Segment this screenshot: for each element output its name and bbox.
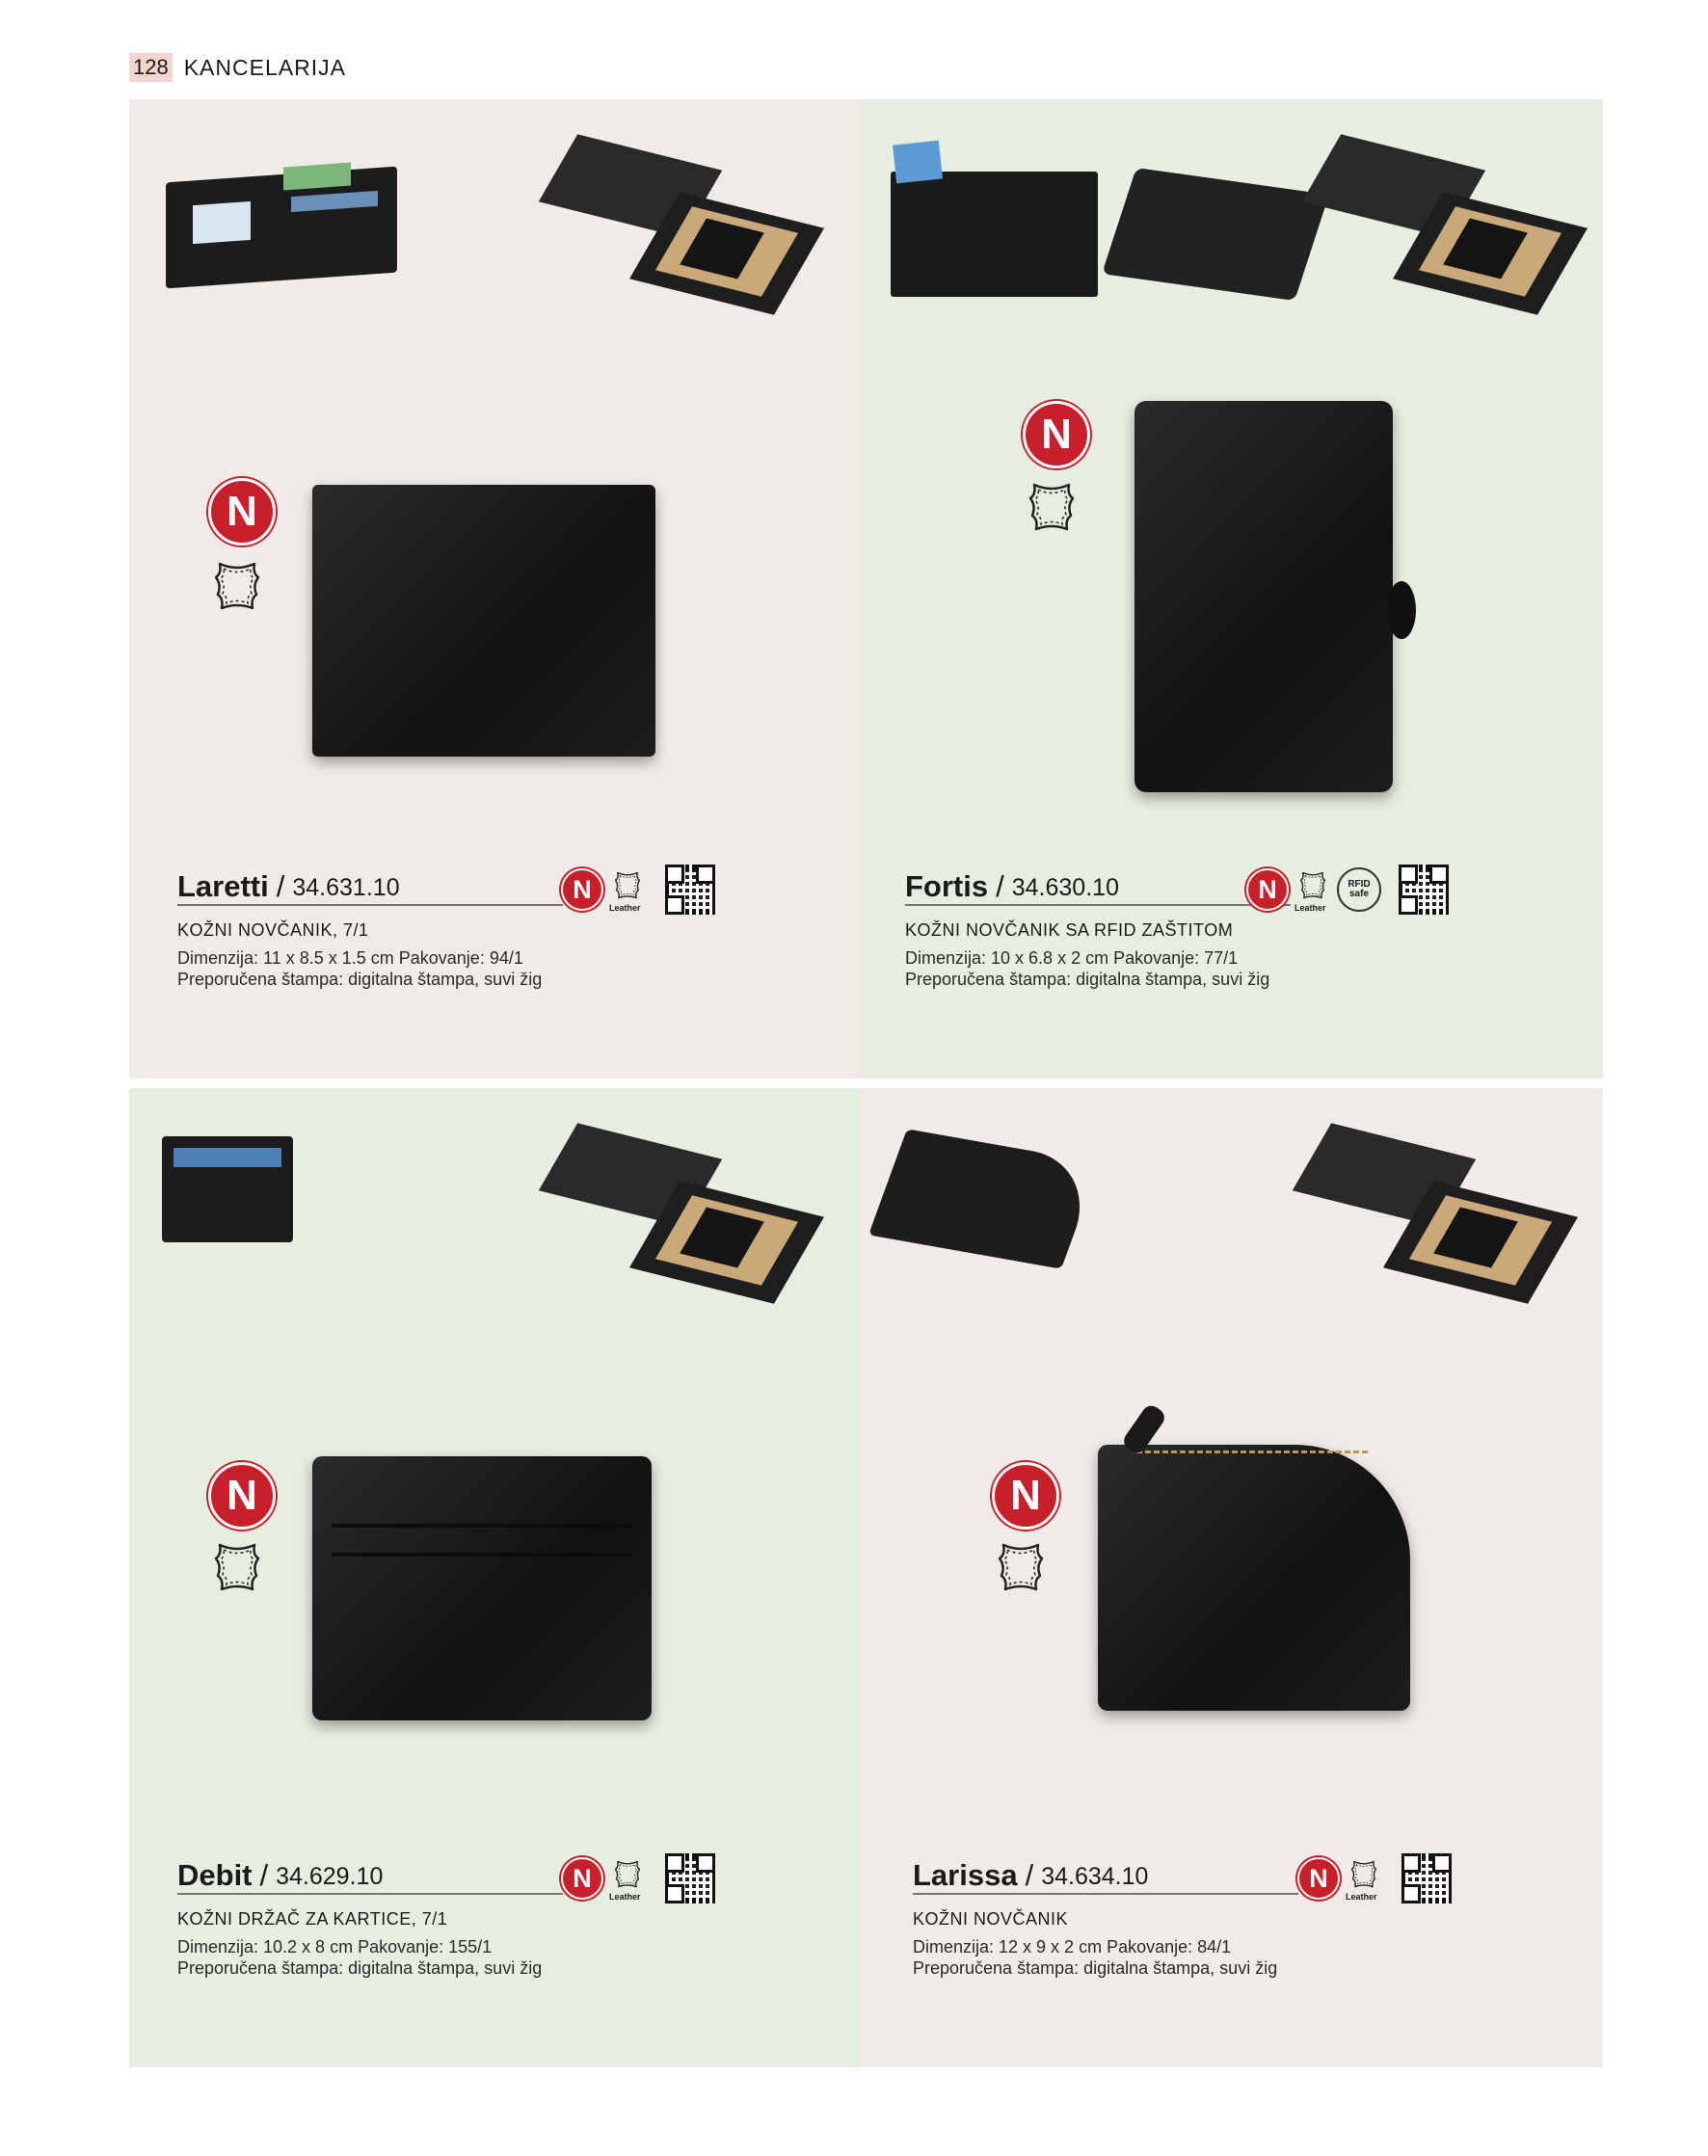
leather-label: Leather [609,903,641,913]
product-subtitle: KOŽNI NOVČANIK SA RFID ZAŠTITOM [905,920,1234,940]
leather-label: Leather [1294,903,1326,913]
rfid-safe-icon: RFID safe [1337,867,1381,912]
page-header: 128 KANCELARIJA [129,52,346,83]
title-separator: / [1025,1858,1034,1892]
gift-box-thumbnail [538,134,824,316]
open-wallet-thumbnail [166,162,397,289]
new-badge: N [208,478,276,546]
page-number: 128 [129,53,173,82]
product-image [312,1456,652,1720]
product-name: Debit [177,1858,253,1892]
product-title-row: Fortis / 34.630.10 [905,861,1291,906]
product-print: Preporučena štampa: digitalna štampa, su… [177,1958,543,1978]
product-icons: N Leather [561,865,715,915]
product-image [1134,401,1393,792]
product-code: 34.629.10 [276,1863,384,1890]
product-subtitle: KOŽNI NOVČANIK [913,1909,1069,1929]
product-subtitle: KOŽNI NOVČANIK, 7/1 [177,920,369,940]
qr-code[interactable] [665,865,715,915]
product-name: Larissa [913,1858,1018,1892]
new-badge: N [208,1462,276,1530]
qr-code[interactable] [1401,1853,1452,1903]
product-name: Fortis [905,869,989,903]
leather-icon-small: Leather [609,868,644,913]
leather-label: Leather [1346,1892,1377,1902]
leather-icon [1023,477,1081,535]
product-dimensions: Dimenzija: 10.2 x 8 cm Pakovanje: 155/1 [177,1937,493,1956]
product-code: 34.630.10 [1011,874,1119,901]
gift-box-thumbnail [538,1123,824,1305]
title-separator: / [276,869,285,903]
product-title-row: Larissa / 34.634.10 [913,1850,1298,1895]
closed-cardholder-thumbnail [1102,167,1329,302]
product-icons: N Leather [1297,1853,1452,1903]
leather-label: Leather [609,1892,641,1902]
product-panel-laretti: N Laretti / 34.631.10 N Leather KOŽNI NO… [129,99,859,1078]
qr-code[interactable] [665,1853,715,1903]
new-badge: N [1023,401,1090,468]
title-separator: / [259,1858,269,1892]
product-subtitle: KOŽNI DRŽAČ ZA KARTICE, 7/1 [177,1909,448,1929]
section-title: KANCELARIJA [183,54,346,80]
product-print: Preporučena štampa: digitalna štampa, su… [913,1958,1278,1978]
product-name: Laretti [177,869,269,903]
new-badge-small: N [561,1857,603,1900]
leather-icon [208,1537,266,1595]
leather-icon-small: Leather [609,1857,644,1902]
gift-box-thumbnail [1292,1123,1578,1305]
qr-code[interactable] [1399,865,1449,915]
product-image [312,485,655,757]
leather-icon [992,1537,1050,1595]
product-print: Preporučena štampa: digitalna štampa, su… [177,970,543,989]
gift-box-thumbnail [1301,134,1588,316]
product-code: 34.631.10 [292,874,400,901]
product-icons: N Leather RFID safe [1246,865,1449,915]
product-dimensions: Dimenzija: 10 x 6.8 x 2 cm Pakovanje: 77… [905,948,1239,968]
product-dimensions: Dimenzija: 11 x 8.5 x 1.5 cm Pakovanje: … [177,948,523,968]
new-badge: N [992,1462,1059,1530]
cardholder-thumbnail [162,1136,293,1242]
open-cardholder-thumbnail [891,140,1098,297]
new-badge-small: N [561,868,603,911]
product-title-row: Laretti / 34.631.10 [177,861,563,906]
leather-icon-small: Leather [1294,868,1329,913]
product-dimensions: Dimenzija: 12 x 9 x 2 cm Pakovanje: 84/1 [913,1937,1232,1956]
product-print: Preporučena štampa: digitalna štampa, su… [905,970,1270,989]
product-image [1098,1445,1410,1711]
new-badge-small: N [1246,868,1289,911]
product-code: 34.634.10 [1041,1863,1149,1890]
title-separator: / [996,869,1004,903]
new-badge-small: N [1297,1857,1340,1900]
product-title-row: Debit / 34.629.10 [177,1850,563,1895]
product-panel-debit: N Debit / 34.629.10 N Leather KOŽNI DRŽA… [129,1088,859,2067]
zip-wallet-thumbnail [867,1129,1101,1269]
product-panel-fortis: N Fortis / 34.630.10 N Leather RFID safe… [859,99,1603,1078]
product-icons: N Leather [561,1853,715,1903]
leather-icon [208,556,266,614]
leather-icon-small: Leather [1346,1857,1380,1902]
product-panel-larissa: N Larissa / 34.634.10 N Leather KOŽNI NO… [859,1088,1603,2067]
